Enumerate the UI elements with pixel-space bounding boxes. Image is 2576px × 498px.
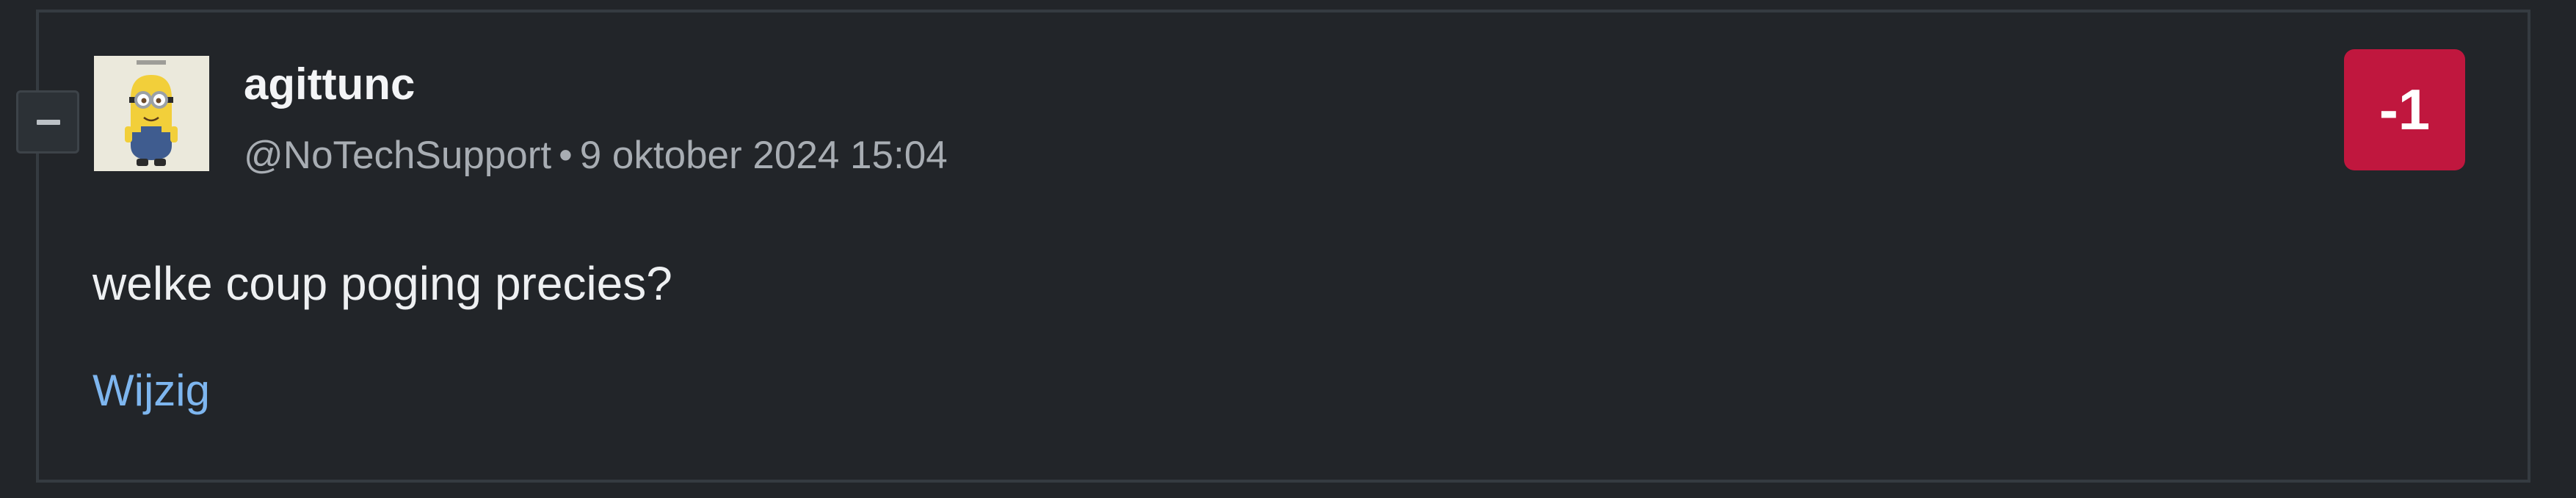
- author-name[interactable]: agittunc: [244, 60, 415, 109]
- comment-timestamp: 9 oktober 2024 15:04: [579, 134, 948, 177]
- minus-icon: [37, 120, 60, 125]
- minion-avatar-icon: [94, 56, 209, 171]
- author-handle[interactable]: @NoTechSupport: [244, 134, 551, 177]
- comment-meta: @NoTechSupport • 9 oktober 2024 15:04: [244, 134, 948, 178]
- comment-body: welke coup poging precies?: [92, 257, 672, 310]
- edit-link[interactable]: Wijzig: [92, 367, 210, 415]
- avatar[interactable]: [94, 56, 209, 171]
- collapse-button[interactable]: [16, 90, 79, 154]
- meta-separator: •: [559, 134, 573, 177]
- score-badge: -1: [2344, 49, 2465, 170]
